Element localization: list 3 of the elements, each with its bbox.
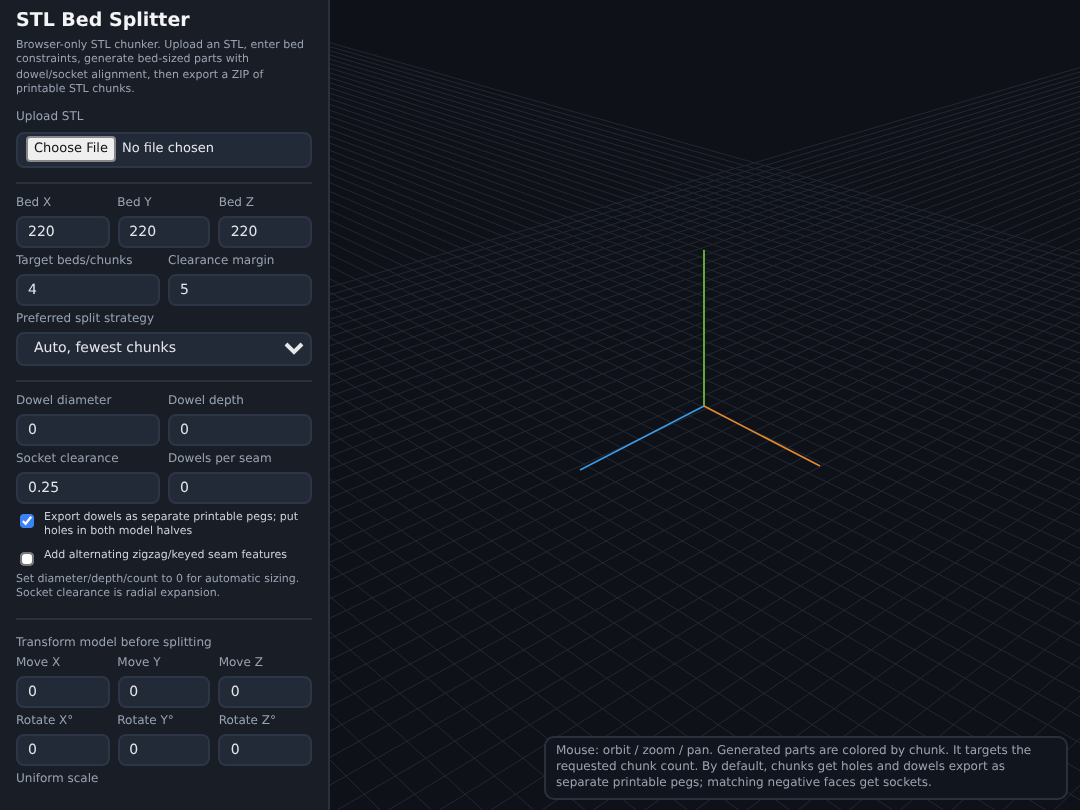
option-checkbox[interactable] [20, 513, 34, 527]
app-title: STL Bed Splitter [16, 12, 192, 31]
option-checkbox[interactable] [20, 551, 34, 565]
